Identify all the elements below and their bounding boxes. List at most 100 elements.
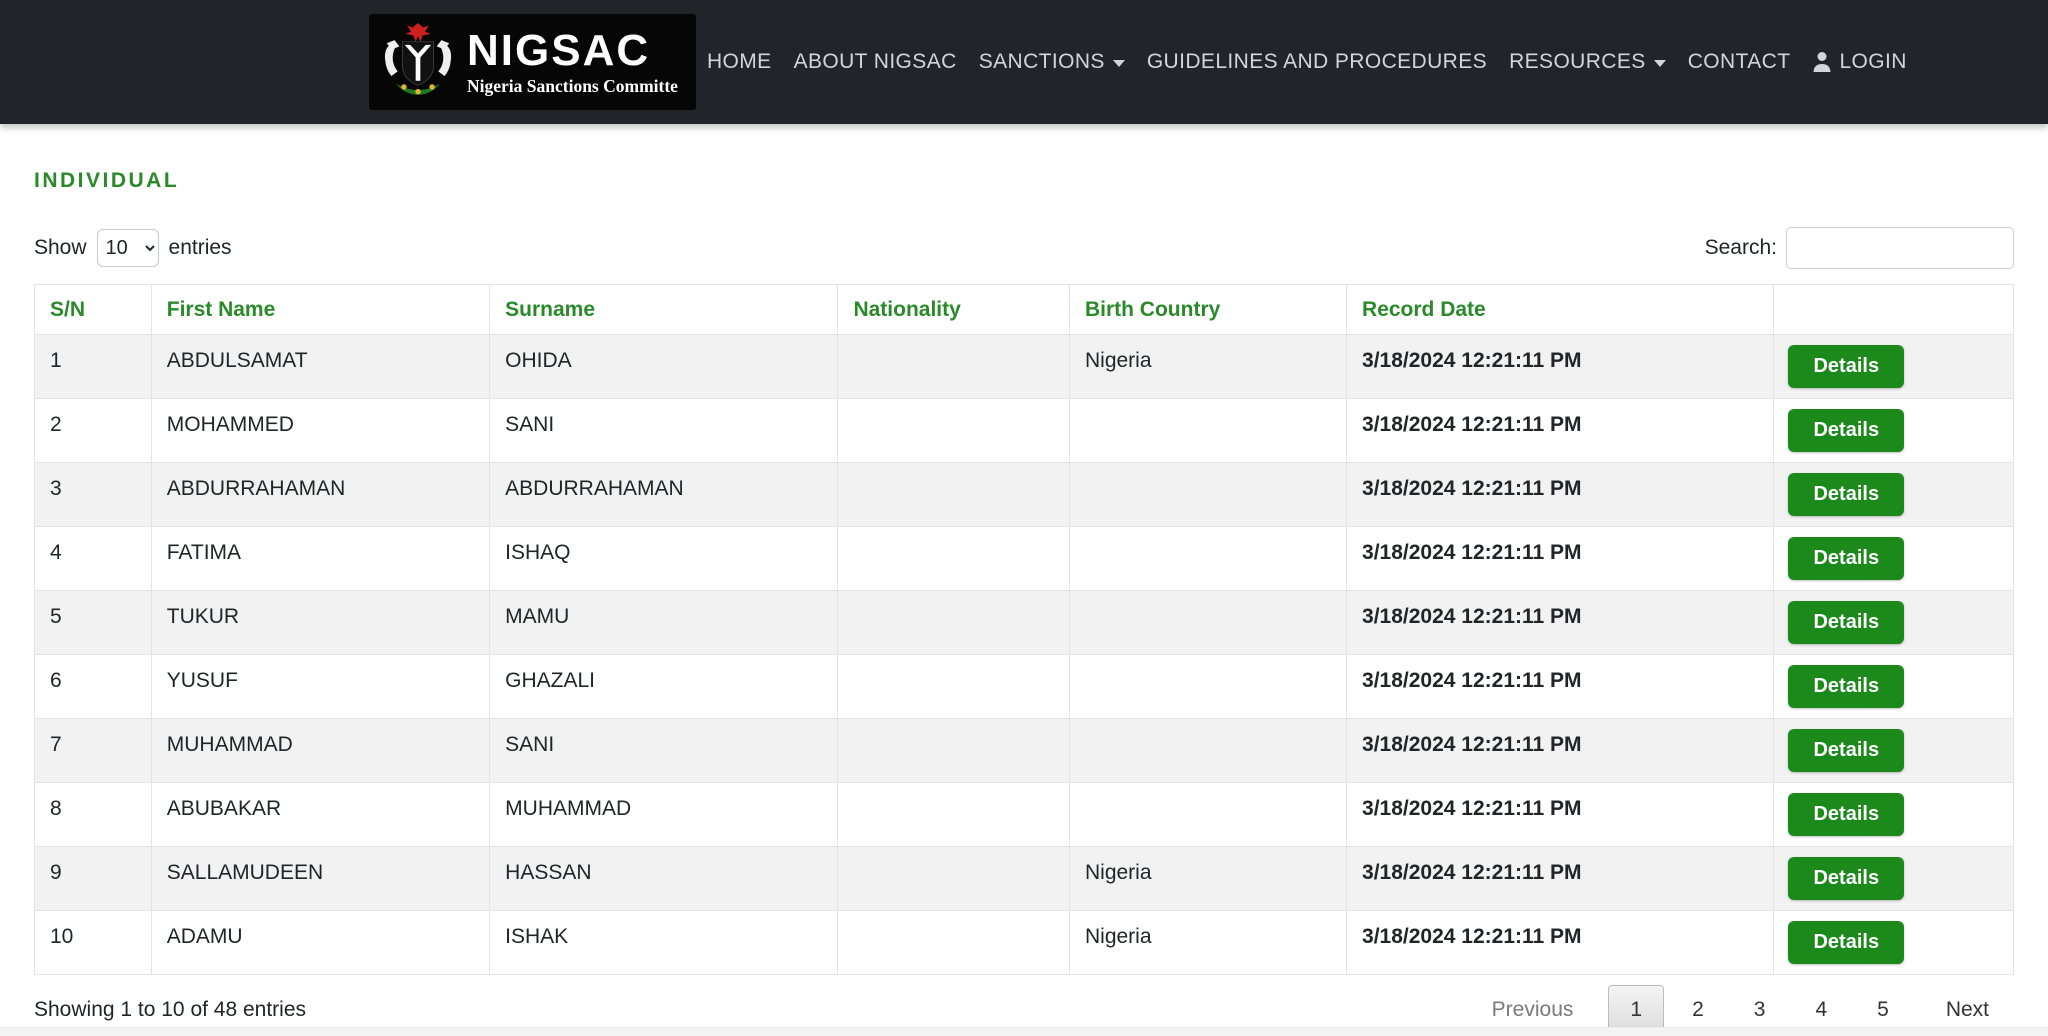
cell-actions: Details: [1774, 719, 2014, 783]
brand-tagline: Nigeria Sanctions Committe: [467, 78, 678, 96]
details-button[interactable]: Details: [1788, 537, 1904, 580]
table-body: 1ABDULSAMATOHIDANigeria3/18/2024 12:21:1…: [35, 335, 2014, 975]
cell-sn: 6: [35, 655, 152, 719]
nav-item-resources: RESOURCES: [1498, 40, 1677, 84]
nav-link-about-nigsac[interactable]: ABOUT NIGSAC: [783, 40, 968, 84]
cell-nationality: [838, 783, 1070, 847]
cell-birth-country: [1069, 719, 1346, 783]
cell-sn: 9: [35, 847, 152, 911]
cell-birth-country: [1069, 527, 1346, 591]
cell-nationality: [838, 399, 1070, 463]
cell-nationality: [838, 591, 1070, 655]
cell-sn: 4: [35, 527, 152, 591]
cell-surname: HASSAN: [490, 847, 838, 911]
navbar-container: NIGSAC Nigeria Sanctions Committe HOMEAB…: [369, 14, 1679, 110]
nav-link-contact[interactable]: CONTACT: [1677, 40, 1802, 84]
cell-surname: GHAZALI: [490, 655, 838, 719]
cell-nationality: [838, 527, 1070, 591]
cell-surname: ISHAK: [490, 911, 838, 975]
details-button[interactable]: Details: [1788, 473, 1904, 516]
table-controls: Show 10 entries Search:: [34, 227, 2014, 269]
nav-item-about-nigsac: ABOUT NIGSAC: [783, 40, 968, 84]
cell-actions: Details: [1774, 655, 2014, 719]
column-header-nationality[interactable]: Nationality: [838, 285, 1070, 335]
cell-birth-country: Nigeria: [1069, 335, 1346, 399]
chevron-down-icon: [1654, 60, 1666, 67]
cell-surname: MAMU: [490, 591, 838, 655]
brand-logo[interactable]: NIGSAC Nigeria Sanctions Committe: [369, 14, 696, 110]
cell-surname: OHIDA: [490, 335, 838, 399]
page-size-select[interactable]: 10: [97, 229, 159, 267]
column-header-actions[interactable]: [1774, 285, 2014, 335]
cell-record-date: 3/18/2024 12:21:11 PM: [1347, 335, 1774, 399]
cell-actions: Details: [1774, 399, 2014, 463]
column-header-record-date[interactable]: Record Date: [1347, 285, 1774, 335]
cell-actions: Details: [1774, 463, 2014, 527]
brand-text: NIGSAC Nigeria Sanctions Committe: [467, 29, 678, 96]
table-row: 2MOHAMMEDSANI3/18/2024 12:21:11 PMDetail…: [35, 399, 2014, 463]
cell-record-date: 3/18/2024 12:21:11 PM: [1347, 655, 1774, 719]
main-content: INDIVIDUAL Show 10 entries Search: S/NFi…: [0, 169, 2048, 1035]
cell-first-name: FATIMA: [151, 527, 489, 591]
cell-first-name: MOHAMMED: [151, 399, 489, 463]
details-button[interactable]: Details: [1788, 409, 1904, 452]
cell-birth-country: [1069, 399, 1346, 463]
table-row: 1ABDULSAMATOHIDANigeria3/18/2024 12:21:1…: [35, 335, 2014, 399]
nav-item-contact: CONTACT: [1677, 40, 1802, 84]
cell-birth-country: [1069, 463, 1346, 527]
cell-first-name: YUSUF: [151, 655, 489, 719]
cell-record-date: 3/18/2024 12:21:11 PM: [1347, 527, 1774, 591]
entries-label: entries: [169, 236, 232, 260]
details-button[interactable]: Details: [1788, 601, 1904, 644]
cell-record-date: 3/18/2024 12:21:11 PM: [1347, 591, 1774, 655]
cell-actions: Details: [1774, 847, 2014, 911]
nav-link-resources[interactable]: RESOURCES: [1498, 40, 1677, 84]
cell-first-name: MUHAMMAD: [151, 719, 489, 783]
nav-link-guidelines-and-procedures[interactable]: GUIDELINES AND PROCEDURES: [1136, 40, 1498, 84]
details-button[interactable]: Details: [1788, 921, 1904, 964]
cell-actions: Details: [1774, 591, 2014, 655]
cell-nationality: [838, 463, 1070, 527]
column-header-s-n[interactable]: S/N: [35, 285, 152, 335]
search-label: Search:: [1705, 236, 1777, 260]
nav-item-guidelines-and-procedures: GUIDELINES AND PROCEDURES: [1136, 40, 1498, 84]
person-icon: [1812, 51, 1832, 73]
cell-nationality: [838, 847, 1070, 911]
nav-link-login[interactable]: LOGIN: [1801, 40, 1917, 84]
cell-nationality: [838, 911, 1070, 975]
cell-record-date: 3/18/2024 12:21:11 PM: [1347, 463, 1774, 527]
cell-record-date: 3/18/2024 12:21:11 PM: [1347, 399, 1774, 463]
details-button[interactable]: Details: [1788, 793, 1904, 836]
cell-actions: Details: [1774, 783, 2014, 847]
cell-actions: Details: [1774, 527, 2014, 591]
nav-link-sanctions[interactable]: SANCTIONS: [968, 40, 1136, 84]
cell-surname: ISHAQ: [490, 527, 838, 591]
cell-surname: ABDURRAHAMAN: [490, 463, 838, 527]
cell-sn: 3: [35, 463, 152, 527]
cell-record-date: 3/18/2024 12:21:11 PM: [1347, 911, 1774, 975]
details-button[interactable]: Details: [1788, 345, 1904, 388]
nav-item-login: LOGIN: [1801, 40, 1917, 84]
details-button[interactable]: Details: [1788, 857, 1904, 900]
details-button[interactable]: Details: [1788, 665, 1904, 708]
details-button[interactable]: Details: [1788, 729, 1904, 772]
cell-first-name: ABDULSAMAT: [151, 335, 489, 399]
cell-record-date: 3/18/2024 12:21:11 PM: [1347, 783, 1774, 847]
search-control: Search:: [1705, 227, 2014, 269]
column-header-surname[interactable]: Surname: [490, 285, 838, 335]
cell-record-date: 3/18/2024 12:21:11 PM: [1347, 847, 1774, 911]
cell-birth-country: Nigeria: [1069, 847, 1346, 911]
table-row: 7MUHAMMADSANI3/18/2024 12:21:11 PMDetail…: [35, 719, 2014, 783]
cell-first-name: ABDURRAHAMAN: [151, 463, 489, 527]
table-head: S/NFirst NameSurnameNationalityBirth Cou…: [35, 285, 2014, 335]
column-header-first-name[interactable]: First Name: [151, 285, 489, 335]
top-navbar: NIGSAC Nigeria Sanctions Committe HOMEAB…: [0, 0, 2048, 124]
show-entries-control: Show 10 entries: [34, 229, 232, 267]
page-title: INDIVIDUAL: [34, 169, 2014, 193]
column-header-birth-country[interactable]: Birth Country: [1069, 285, 1346, 335]
cell-record-date: 3/18/2024 12:21:11 PM: [1347, 719, 1774, 783]
cell-sn: 5: [35, 591, 152, 655]
nav-link-home[interactable]: HOME: [696, 40, 783, 84]
search-input[interactable]: [1786, 227, 2014, 269]
cell-birth-country: [1069, 591, 1346, 655]
